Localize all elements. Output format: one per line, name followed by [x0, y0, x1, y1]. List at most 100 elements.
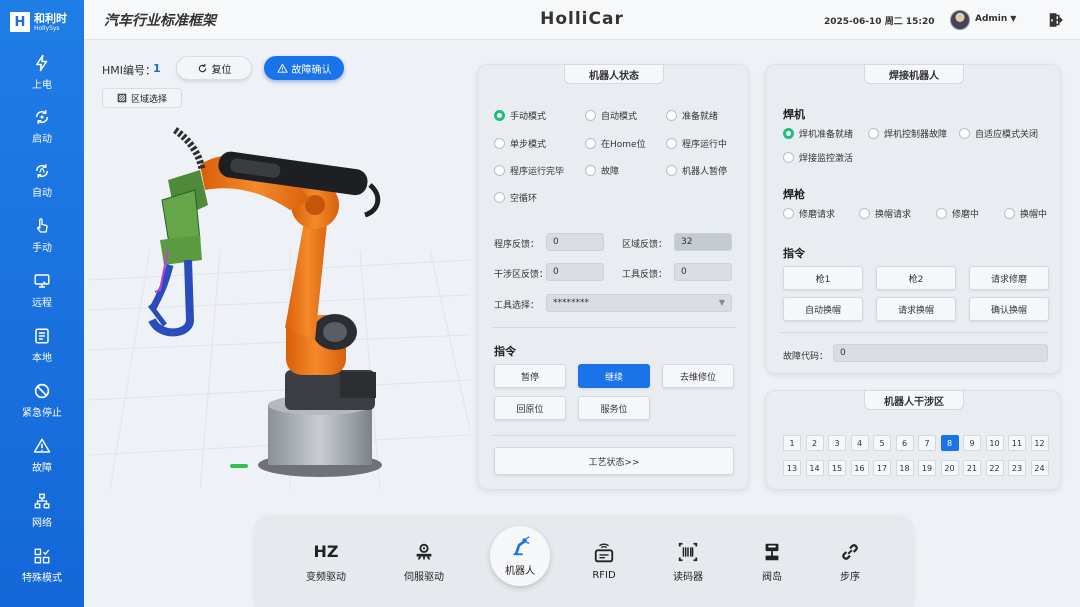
sidebar-item-manual[interactable]: 手动 — [0, 211, 84, 259]
barcode-icon — [678, 542, 698, 562]
zone-feedback-field: 32 — [674, 233, 732, 251]
nav-step-sequence[interactable]: 步序 — [818, 528, 882, 596]
logout-icon[interactable] — [1046, 11, 1064, 29]
zone-24[interactable]: 24 — [1030, 460, 1049, 476]
auto-cap-change-button[interactable]: 自动换帽 — [783, 297, 863, 321]
sidebar-item-local[interactable]: 本地 — [0, 321, 84, 369]
program-feedback-field: 0 — [546, 233, 604, 251]
sidebar-item-auto[interactable]: 自动 — [0, 156, 84, 204]
status-step-mode: 单步模式 — [494, 137, 546, 150]
rfid-icon — [594, 543, 614, 563]
zone-21[interactable]: 21 — [963, 460, 981, 476]
power-cycle-icon — [35, 109, 49, 124]
weld-gun — [148, 170, 208, 337]
divider — [492, 327, 736, 328]
welder-controller-fault: 焊机控制器故障 — [868, 127, 947, 140]
home-position-button[interactable]: 回原位 — [494, 396, 566, 420]
command-heading: 指令 — [494, 345, 516, 358]
user-menu[interactable]: Admin ▼ — [975, 14, 1016, 24]
zone-17[interactable]: 17 — [873, 460, 891, 476]
lightning-icon — [36, 54, 48, 71]
pause-button[interactable]: 暂停 — [494, 364, 566, 388]
status-auto-mode: 自动模式 — [585, 109, 637, 122]
zone-10[interactable]: 10 — [985, 435, 1004, 451]
servo-icon — [416, 543, 432, 560]
service-position-button[interactable]: 服务位 — [578, 396, 650, 420]
fault-ack-button[interactable]: 故障确认 — [264, 56, 344, 80]
zone-6[interactable]: 6 — [895, 435, 914, 451]
zone-8[interactable]: 8 — [940, 435, 959, 451]
zone-18[interactable]: 18 — [895, 460, 914, 476]
divider — [780, 332, 1048, 333]
sidebar-item-power-on[interactable]: 上电 — [0, 48, 84, 96]
sidebar-item-emergency-stop[interactable]: 紧急停止 — [0, 376, 84, 424]
maintenance-position-button[interactable]: 去维修位 — [662, 364, 734, 388]
app-title: 汽车行业标准框架 — [104, 13, 216, 29]
sidebar: H 和利时 HollySys 上电 启动 自动 手动 远程 本地 紧急停止 故障… — [0, 0, 84, 607]
status-manual-mode: 手动模式 — [494, 109, 546, 122]
refresh-icon — [198, 63, 206, 72]
dropdown-caret-icon: ▼ — [718, 298, 725, 307]
adaptive-mode-off: 自适应模式关闭 — [959, 127, 1038, 140]
program-feedback-label: 程序反馈： — [494, 240, 540, 250]
zone-22[interactable]: 22 — [985, 460, 1004, 476]
zone-23[interactable]: 23 — [1008, 460, 1026, 476]
zone-11[interactable]: 11 — [1008, 435, 1026, 451]
zone-12[interactable]: 12 — [1030, 435, 1049, 451]
zone-2[interactable]: 2 — [805, 435, 824, 451]
reset-button[interactable]: 复位 — [176, 56, 252, 80]
welding-robot-panel: 焊接机器人 焊机 焊机准备就绪 焊机控制器故障 自适应模式关闭 焊接监控激活 焊… — [765, 64, 1061, 374]
sidebar-item-special-mode[interactable]: 特殊模式 — [0, 541, 84, 589]
gun2-button[interactable]: 枪2 — [876, 266, 956, 290]
zone-16[interactable]: 16 — [850, 460, 869, 476]
zone-13[interactable]: 13 — [783, 460, 801, 476]
panel-title: 焊接机器人 — [864, 64, 964, 84]
zone-3[interactable]: 3 — [828, 435, 846, 451]
caret-down-icon: ▼ — [1010, 14, 1017, 23]
nav-barcode-reader[interactable]: 读码器 — [656, 528, 720, 596]
nav-vfd[interactable]: HZ 变频驱动 — [294, 528, 358, 596]
tool-select-dropdown[interactable]: ******** ▼ — [546, 294, 732, 312]
hand-icon — [36, 217, 48, 233]
zone-select-button[interactable]: 区域选择 — [102, 88, 182, 108]
request-dress-button[interactable]: 请求修磨 — [969, 266, 1049, 290]
zone-15[interactable]: 15 — [828, 460, 846, 476]
process-status-button[interactable]: 工艺状态>> — [494, 447, 734, 475]
network-icon — [34, 493, 50, 508]
gun1-button[interactable]: 枪1 — [783, 266, 863, 290]
zone-7[interactable]: 7 — [918, 435, 936, 451]
dress-request: 修磨请求 — [783, 207, 835, 220]
continue-button[interactable]: 继续 — [578, 364, 650, 388]
nav-rfid[interactable]: RFID — [572, 528, 636, 596]
sidebar-item-fault[interactable]: 故障 — [0, 431, 84, 479]
robot-arm-icon — [513, 536, 530, 556]
zone-19[interactable]: 19 — [918, 460, 936, 476]
top-bar: HolliCar 汽车行业标准框架 2025-06-10 周二 15:20 Ad… — [84, 0, 1080, 40]
request-cap-change-button[interactable]: 请求换帽 — [876, 297, 956, 321]
zone-5[interactable]: 5 — [873, 435, 891, 451]
robot-arm — [172, 127, 381, 375]
tool-select-label: 工具选择： — [494, 301, 540, 311]
sidebar-item-network[interactable]: 网络 — [0, 486, 84, 534]
fault-code-field: 0 — [833, 344, 1048, 362]
status-paused: 机器人暂停 — [666, 164, 727, 177]
zone-9[interactable]: 9 — [963, 435, 981, 451]
remote-monitor-icon — [34, 273, 50, 288]
panel-title: 机器人干涉区 — [864, 390, 964, 410]
robot-base — [258, 370, 382, 477]
warning-icon — [276, 62, 288, 73]
confirm-cap-change-button[interactable]: 确认换帽 — [969, 297, 1049, 321]
nav-servo[interactable]: 伺服驱动 — [392, 528, 456, 596]
sidebar-item-remote[interactable]: 远程 — [0, 266, 84, 314]
stop-icon — [34, 383, 50, 398]
avatar[interactable] — [950, 10, 970, 30]
status-dry-run: 空循环 — [494, 191, 537, 204]
zone-20[interactable]: 20 — [940, 460, 959, 476]
nav-valve-island[interactable]: 阀岛 — [740, 528, 804, 596]
zone-14[interactable]: 14 — [805, 460, 824, 476]
sidebar-item-start[interactable]: 启动 — [0, 102, 84, 150]
zone-4[interactable]: 4 — [850, 435, 869, 451]
zone-1[interactable]: 1 — [783, 435, 801, 451]
logo: H 和利时 HollySys — [0, 0, 84, 44]
nav-robot[interactable]: 机器人 — [490, 526, 550, 586]
